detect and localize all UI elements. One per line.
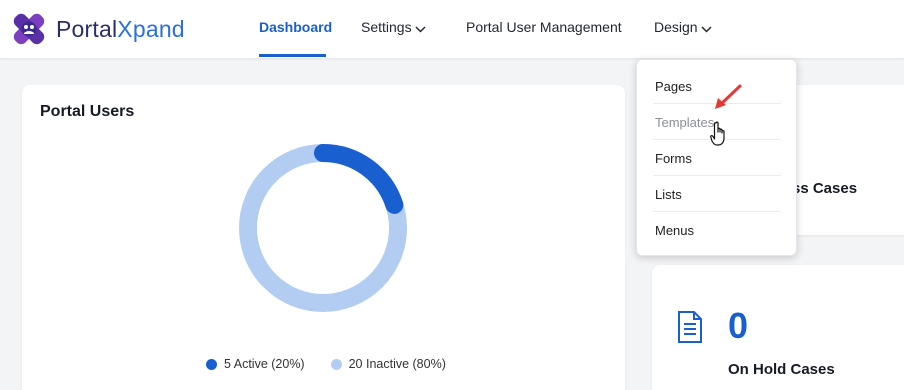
brand-name-part1: Portal: [56, 15, 118, 42]
menu-item-menus[interactable]: Menus: [655, 223, 694, 238]
legend-inactive: 20 Inactive (80%): [330, 357, 446, 371]
document-icon: [678, 311, 702, 343]
nav-settings[interactable]: Settings: [361, 19, 426, 35]
legend-active: 5 Active (20%): [206, 357, 305, 371]
on-hold-cases-card: 0 On Hold Cases: [652, 265, 904, 390]
nav-portal-user-management[interactable]: Portal User Management: [466, 19, 622, 35]
nav-design-label: Design: [654, 19, 698, 35]
brand-logo[interactable]: PortalXpand: [8, 8, 185, 50]
on-hold-cases-count: 0: [728, 305, 749, 346]
donut-legend: 5 Active (20%) 20 Inactive (80%): [206, 357, 472, 371]
top-navigation-bar: PortalXpand Dashboard Settings Portal Us…: [0, 0, 904, 58]
brand-name: PortalXpand: [56, 16, 185, 43]
legend-inactive-dot: [330, 358, 342, 370]
on-hold-cases-label: On Hold Cases: [728, 361, 835, 378]
red-arrow-icon: [715, 84, 742, 109]
portal-users-donut-chart: [239, 144, 407, 312]
nav-settings-label: Settings: [361, 19, 412, 35]
nav-dashboard[interactable]: Dashboard: [259, 19, 332, 35]
brand-name-part2: Xpand: [117, 15, 185, 42]
portal-users-card: Portal Users 5 Active (20%) 20 Inactive …: [22, 85, 625, 390]
menu-divider: [653, 211, 781, 212]
menu-item-pages[interactable]: Pages: [655, 79, 692, 94]
legend-active-dot: [206, 358, 217, 370]
menu-divider: [653, 175, 781, 176]
legend-inactive-label: 20 Inactive (80%): [348, 357, 446, 371]
nav-portal-user-management-label: Portal User Management: [466, 19, 622, 35]
chevron-down-icon: [415, 25, 426, 33]
portal-users-title: Portal Users: [40, 103, 135, 120]
active-tab-indicator: [259, 54, 326, 57]
nav-dashboard-label: Dashboard: [259, 19, 333, 35]
nav-design[interactable]: Design: [654, 19, 712, 35]
in-progress-cases-label: ss Cases: [792, 180, 858, 197]
menu-item-forms[interactable]: Forms: [655, 151, 692, 166]
portalxpand-logo-icon: [8, 8, 50, 50]
menu-item-lists[interactable]: Lists: [655, 187, 682, 202]
hand-cursor-icon: [710, 121, 725, 146]
menu-item-templates[interactable]: Templates: [655, 115, 714, 130]
chevron-down-icon: [701, 25, 712, 33]
legend-active-label: 5 Active (20%): [224, 357, 305, 371]
